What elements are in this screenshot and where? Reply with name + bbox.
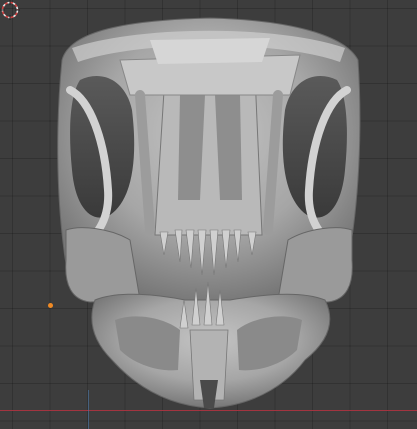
3d-viewport[interactable] bbox=[0, 0, 417, 429]
object-origin-dot bbox=[48, 303, 53, 308]
skull-mesh[interactable] bbox=[0, 0, 417, 429]
cranium bbox=[57, 17, 361, 306]
z-axis-line bbox=[88, 390, 89, 429]
3d-cursor-icon[interactable] bbox=[0, 0, 20, 20]
x-axis-line bbox=[0, 410, 417, 411]
